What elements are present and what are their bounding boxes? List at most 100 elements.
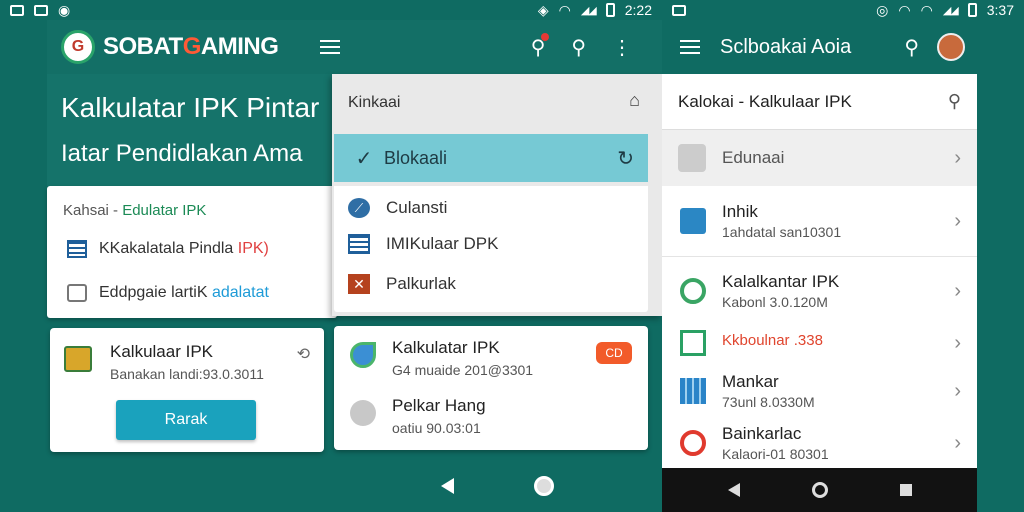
result-card: Kalkulaar IPK Banakan landi:93.0.3011 ⟲ … bbox=[50, 328, 324, 452]
option-item[interactable]: IMIKulaar DPK bbox=[348, 234, 498, 254]
education-menu-item[interactable]: Eddpgaie lartiK adalatat bbox=[67, 284, 269, 302]
brand-prefix: SOBAT bbox=[103, 33, 183, 60]
hero-banner: Kalkulatar IPK Pintar Iatar Pendidlakan … bbox=[47, 74, 337, 186]
left-app-bar: G SOBATGAMING ⚲ ⚲ ⋮ bbox=[47, 20, 662, 74]
option-label: Culansti bbox=[386, 198, 448, 217]
status-bar-left: ◉ ◈ ◠ ◢◢ 2:22 bbox=[0, 0, 662, 20]
menu-item-label: Eddpgaie lartiK bbox=[99, 284, 212, 301]
card-heading-prefix: Kahsai - bbox=[63, 202, 123, 219]
puzzle-icon bbox=[678, 144, 706, 172]
badge-icon[interactable]: CD bbox=[596, 342, 632, 364]
table-icon bbox=[67, 240, 87, 258]
history-subtitle: G4 muaide 201@3301 bbox=[392, 362, 534, 378]
right-app-bar: Sclboakai Aoia ⚲ bbox=[662, 20, 977, 74]
chevron-right-icon: › bbox=[954, 280, 961, 302]
list-item[interactable]: Kalalkantar IPK Kabonl 3.0.120M › bbox=[662, 266, 977, 316]
card-heading: Kahsai - Edulatar IPK bbox=[63, 202, 206, 219]
check-icon: ✓ bbox=[355, 147, 373, 170]
list-item-title: Inhik bbox=[722, 202, 758, 221]
list-item[interactable]: Bainkarlac Kalaori-01 80301 › bbox=[662, 418, 977, 468]
option-label: Palkurlak bbox=[386, 274, 456, 293]
mail-icon bbox=[10, 4, 24, 16]
list-icon bbox=[348, 234, 370, 254]
search-icon[interactable]: ⚲ bbox=[904, 35, 919, 60]
search-icon[interactable]: ⚲ bbox=[948, 91, 961, 112]
brand-suffix: AMING bbox=[200, 33, 279, 60]
package-icon bbox=[64, 346, 92, 372]
wifi-icon: ◠ bbox=[558, 1, 571, 18]
selected-option[interactable]: ✓ Blokaali ↻ bbox=[334, 134, 648, 182]
search-label: Kalokai - Kalkulaar IPK bbox=[678, 91, 852, 111]
signal-icon: ◢◢ bbox=[580, 4, 597, 17]
back-icon[interactable] bbox=[727, 483, 740, 497]
menu-icon[interactable] bbox=[680, 40, 700, 54]
notification-icon bbox=[672, 4, 686, 16]
list-item[interactable]: Kkboulnar .338 › bbox=[662, 318, 977, 368]
option-item[interactable]: ⟋ Culansti bbox=[348, 198, 447, 218]
brand-name: SOBATGAMING bbox=[103, 33, 279, 61]
history-title[interactable]: Kalkulatar IPK bbox=[392, 338, 500, 358]
brand-logo: G bbox=[61, 30, 95, 64]
close-box-icon: ✕ bbox=[348, 274, 370, 294]
battery-icon bbox=[967, 3, 977, 17]
divider bbox=[662, 256, 977, 257]
app-title: Sclboakai Aoia bbox=[720, 35, 852, 58]
search-row[interactable]: Kalokai - Kalkulaar IPK ⚲ bbox=[662, 74, 977, 130]
rank-button[interactable]: Rarak bbox=[116, 400, 256, 440]
history-title[interactable]: Pelkar Hang bbox=[392, 396, 486, 416]
selected-option-label: Blokaali bbox=[384, 147, 448, 168]
list-item-subtitle: 1ahdatal san10301 bbox=[722, 224, 842, 240]
education-row[interactable]: Edunaai › bbox=[662, 130, 977, 186]
recent-apps-icon[interactable] bbox=[899, 484, 912, 496]
search-notify-icon[interactable]: ⚲ bbox=[531, 32, 550, 60]
alarm-icon: ◎ bbox=[876, 1, 889, 18]
wifi-icon: ◠ bbox=[920, 1, 933, 18]
badge-label: CD bbox=[605, 346, 623, 360]
clock-text: 3:37 bbox=[986, 2, 1014, 18]
list-item[interactable]: Mankar 73unl 8.0330M › bbox=[662, 366, 977, 416]
navigation-bar bbox=[662, 468, 977, 512]
battery-icon bbox=[605, 3, 615, 17]
recycle-icon bbox=[680, 278, 706, 304]
card-subtitle: Banakan landi:93.0.3011 bbox=[110, 366, 264, 382]
back-icon[interactable] bbox=[440, 478, 454, 494]
logo-glyph: G bbox=[71, 38, 85, 55]
more-icon[interactable]: ⋮ bbox=[612, 35, 632, 60]
status-bar-right: ◎ ◠ ◠ ◢◢ 3:37 bbox=[662, 0, 1024, 20]
vibrate-icon: ◈ bbox=[537, 1, 549, 18]
signal-icon: ◢◢ bbox=[942, 4, 959, 17]
pin-icon[interactable]: ⌂ bbox=[629, 90, 640, 111]
notification-dot bbox=[541, 32, 550, 41]
option-list: ⟋ Culansti IMIKulaar DPK ✕ Palkurlak bbox=[334, 186, 648, 312]
clipboard-icon bbox=[680, 208, 706, 234]
history-card: Kalkulatar IPK G4 muaide 201@3301 CD Pel… bbox=[334, 326, 648, 450]
list-item-title: Kalalkantar IPK bbox=[722, 272, 840, 291]
chevron-right-icon: › bbox=[954, 146, 961, 169]
home-icon[interactable] bbox=[533, 476, 554, 496]
checkbox-icon bbox=[67, 284, 87, 302]
avatar[interactable] bbox=[937, 33, 965, 61]
option-item[interactable]: ✕ Palkurlak bbox=[348, 274, 456, 294]
wifi-icon: ◠ bbox=[898, 1, 911, 18]
list-item[interactable]: Inhik 1ahdatal san10301 › bbox=[662, 196, 977, 246]
share-icon[interactable]: ⟲ bbox=[297, 344, 310, 364]
card-title: Kalkulaar IPK bbox=[110, 342, 213, 361]
gmail-icon bbox=[34, 4, 48, 16]
chevron-right-icon: › bbox=[954, 380, 961, 402]
list-item-subtitle: 73unl 8.0330M bbox=[722, 394, 815, 410]
list-item-title: Kkboulnar .338 bbox=[722, 332, 823, 349]
compass-icon: ⟋ bbox=[348, 198, 370, 218]
calculator-menu-item[interactable]: KKakalatala Pindla IPK) bbox=[67, 240, 269, 258]
list-item-title: Mankar bbox=[722, 372, 779, 391]
sync-icon[interactable]: ↻ bbox=[617, 146, 634, 171]
list-item-subtitle: Kabonl 3.0.120M bbox=[722, 294, 828, 310]
menu-card: Kahsai - Edulatar IPK KKakalatala Pindla… bbox=[47, 186, 337, 318]
right-list-page: Kalokai - Kalkulaar IPK ⚲ Edunaai › Inhi… bbox=[662, 74, 977, 468]
search-icon[interactable]: ⚲ bbox=[571, 35, 586, 60]
clock-text: 2:22 bbox=[624, 2, 652, 18]
slash-icon bbox=[350, 400, 376, 426]
hero-subtitle: Iatar Pendidlakan Ama bbox=[61, 140, 303, 167]
card-heading-highlight: Edulatar IPK bbox=[122, 202, 207, 219]
home-icon[interactable] bbox=[811, 482, 828, 498]
menu-icon[interactable] bbox=[320, 40, 341, 54]
